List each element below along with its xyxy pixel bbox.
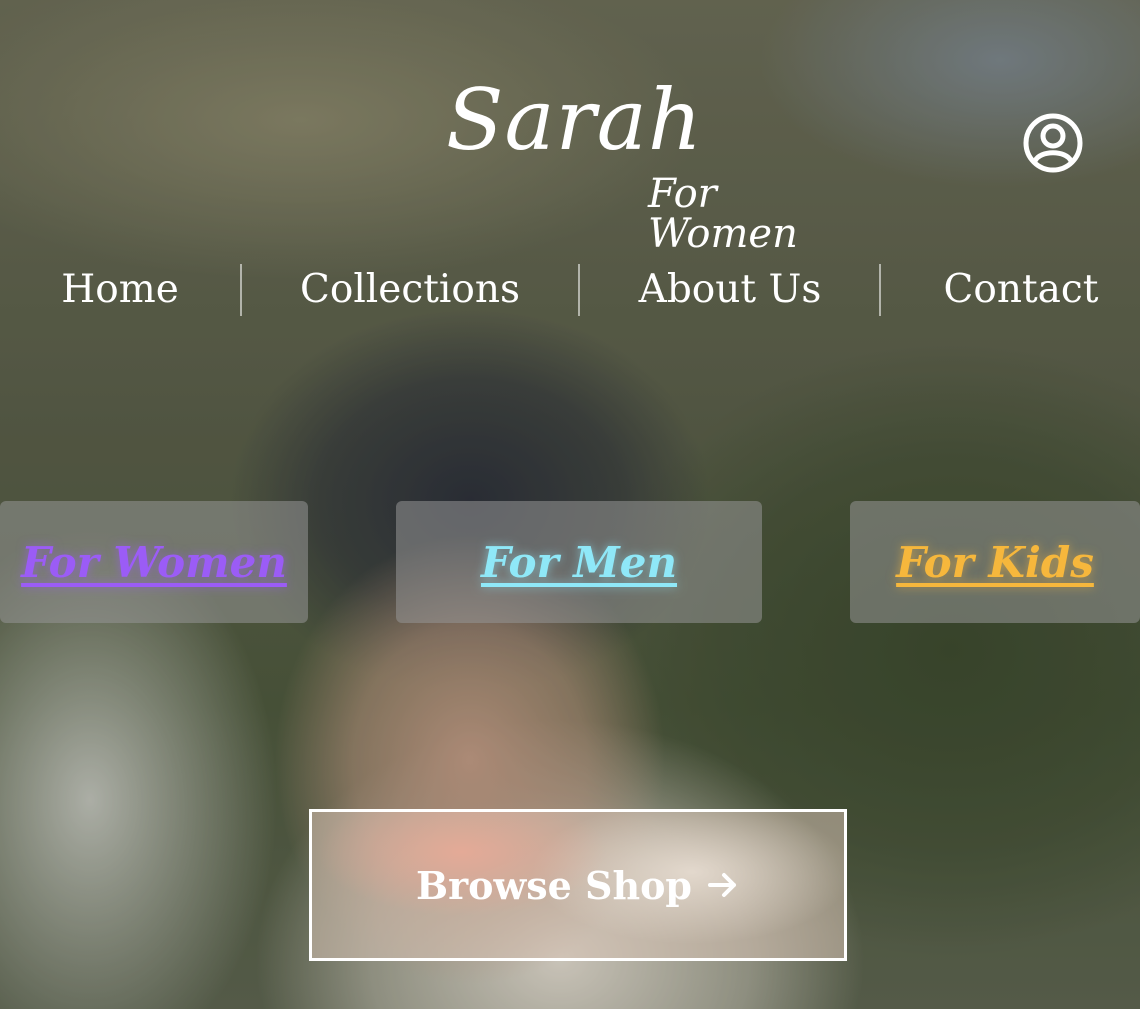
category-women-link[interactable]: For Women — [21, 538, 287, 587]
arrow-right-icon — [707, 873, 736, 897]
nav-home-link[interactable]: Home — [50, 258, 190, 322]
brand-subtitle: For Women — [648, 171, 798, 257]
nav-divider — [879, 264, 881, 316]
main-nav: Home Collections About Us Contact — [0, 258, 1140, 322]
nav-divider — [240, 264, 242, 316]
category-card-men[interactable]: For Men — [396, 501, 762, 623]
nav-collections-link[interactable]: Collections — [290, 258, 530, 322]
browse-shop-label: Browse Shop — [416, 862, 692, 908]
nav-contact-link[interactable]: Contact — [935, 258, 1107, 322]
user-circle-icon[interactable] — [1022, 112, 1084, 174]
category-card-kids[interactable]: For Kids — [850, 501, 1140, 623]
category-kids-link[interactable]: For Kids — [896, 538, 1094, 587]
browse-shop-button[interactable]: Browse Shop — [309, 809, 847, 961]
nav-divider — [578, 264, 580, 316]
brand-logo[interactable]: Sarah For Women — [440, 71, 860, 254]
nav-about-link[interactable]: About Us — [630, 258, 830, 322]
category-card-women[interactable]: For Women — [0, 501, 308, 623]
brand-name: Sarah — [446, 71, 703, 169]
category-men-link[interactable]: For Men — [481, 538, 677, 587]
